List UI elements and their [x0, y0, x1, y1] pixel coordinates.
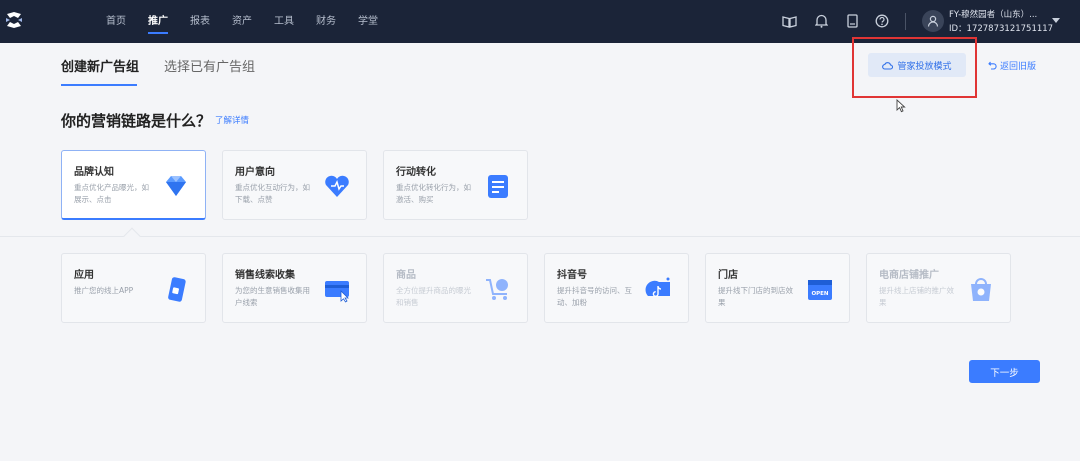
undo-icon: [988, 61, 997, 70]
douyin-icon: [645, 277, 670, 297]
card-title: 商品: [396, 270, 416, 281]
target-card-ecommerce-store[interactable]: 电商店铺推广 提升线上店铺的推广效果: [866, 253, 1011, 323]
help-icon[interactable]: [873, 12, 891, 30]
card-description: 重点优化转化行为，如激活、购买: [396, 183, 471, 204]
account-id: ID：1727873121751117: [949, 24, 1054, 34]
target-card-lead-collection[interactable]: 销售线索收集 为您的生意销售收集用户线索: [222, 253, 367, 323]
card-description: 提升线下门店的到店效果: [718, 286, 793, 307]
heart-icon: [325, 175, 349, 197]
chevron-down-icon[interactable]: [1052, 18, 1060, 23]
nav-assets[interactable]: 资产: [232, 0, 252, 43]
selection-pointer: [123, 227, 141, 245]
goal-card-brand-awareness[interactable]: 品牌认知 重点优化产品曝光，如展示、点击: [61, 150, 206, 220]
card-title: 用户意向: [235, 167, 275, 178]
card-title: 销售线索收集: [235, 270, 295, 281]
target-card-product[interactable]: 商品 全方位提升商品的曝光和销售: [383, 253, 528, 323]
tab-select-existing-ad-group[interactable]: 选择已有广告组: [164, 56, 255, 75]
lead-card-icon: [325, 281, 349, 303]
target-card-store[interactable]: 门店 提升线下门店的到店效果 OPEN: [705, 253, 850, 323]
return-old-version-label: 返回旧版: [1000, 62, 1037, 72]
section-divider: [0, 236, 1080, 237]
card-title: 行动转化: [396, 167, 436, 178]
store-badge-text: OPEN: [811, 291, 828, 297]
card-title: 门店: [718, 270, 738, 281]
card-description: 全方位提升商品的曝光和销售: [396, 286, 471, 307]
store-open-icon: OPEN: [808, 280, 832, 300]
mouse-cursor-icon: [896, 99, 906, 113]
nav-divider: [905, 13, 906, 30]
book-icon[interactable]: [780, 12, 798, 30]
learn-more-link[interactable]: 了解详情: [215, 114, 249, 126]
card-description: 提升线上店铺的推广效果: [879, 286, 954, 307]
page-question: 你的营销链路是什么？: [61, 112, 212, 130]
card-title: 品牌认知: [74, 167, 114, 178]
nav-promotion[interactable]: 推广: [148, 0, 168, 43]
user-icon: [927, 15, 939, 27]
shop-bag-icon: [971, 278, 991, 301]
card-description: 重点优化互动行为，如下载、点赞: [235, 183, 310, 204]
bell-icon[interactable]: [812, 12, 830, 30]
card-title: 电商店铺推广: [879, 270, 939, 281]
main-nav: 首页 推广 报表 资产 工具 财务 学堂: [106, 0, 400, 43]
card-description: 重点优化产品曝光，如展示、点击: [74, 183, 149, 204]
form-icon: [488, 175, 508, 198]
goal-card-user-intent[interactable]: 用户意向 重点优化互动行为，如下载、点赞: [222, 150, 367, 220]
card-description: 提升抖音号的访问、互动、加粉: [557, 286, 632, 307]
card-description: 为您的生意销售收集用户线索: [235, 286, 310, 307]
nav-finance[interactable]: 财务: [316, 0, 336, 43]
tab-create-new-ad-group[interactable]: 创建新广告组: [61, 56, 139, 75]
card-title: 抖音号: [557, 270, 587, 281]
logo-icon[interactable]: [4, 10, 24, 30]
nav-reports[interactable]: 报表: [190, 0, 210, 43]
return-old-version-link[interactable]: 返回旧版: [988, 59, 1036, 72]
avatar[interactable]: [922, 10, 944, 32]
nav-academy[interactable]: 学堂: [358, 0, 378, 43]
nav-home[interactable]: 首页: [106, 0, 126, 43]
card-description: 推广您的线上APP: [74, 286, 134, 295]
tablet-icon[interactable]: [843, 12, 861, 30]
cart-icon: [486, 279, 508, 300]
card-title: 应用: [74, 270, 94, 281]
next-step-button[interactable]: 下一步: [969, 360, 1040, 383]
goal-card-action-conversion[interactable]: 行动转化 重点优化转化行为，如激活、购买: [383, 150, 528, 220]
account-name[interactable]: FY-穆然园者（山东）...: [949, 8, 1037, 20]
nav-tools[interactable]: 工具: [274, 0, 294, 43]
annotation-highlight-box: [852, 37, 977, 98]
active-tab-indicator: [61, 84, 137, 86]
diamond-icon: [166, 176, 186, 196]
target-card-app[interactable]: 应用 推广您的线上APP: [61, 253, 206, 323]
app-phone-icon: [168, 277, 186, 302]
target-card-douyin-account[interactable]: 抖音号 提升抖音号的访问、互动、加粉: [544, 253, 689, 323]
